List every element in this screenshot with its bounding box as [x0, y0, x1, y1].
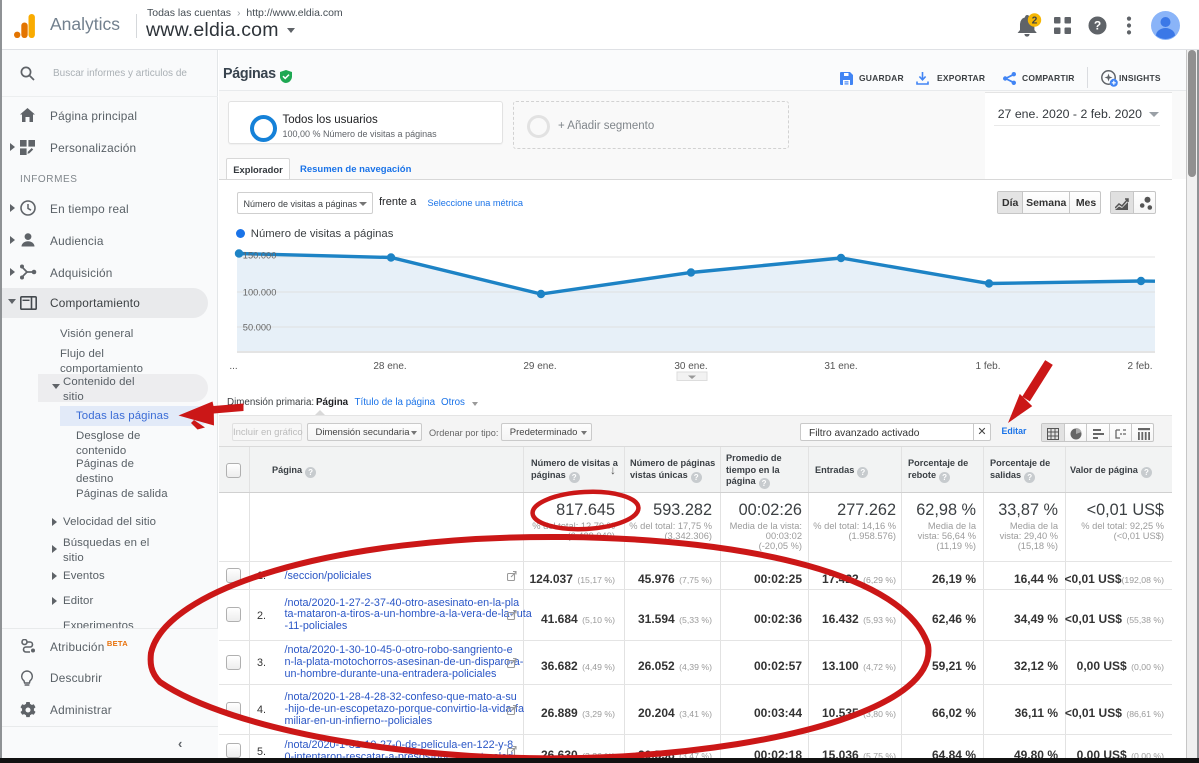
svg-text:31 ene.: 31 ene. [824, 361, 857, 372]
svg-text:28 ene.: 28 ene. [373, 361, 406, 372]
svg-text:?: ? [1094, 19, 1101, 33]
svg-text:30 ene.: 30 ene. [674, 361, 707, 372]
svg-text:150.000: 150.000 [243, 251, 277, 261]
svg-text:...: ... [229, 361, 237, 372]
svg-text:2: 2 [1032, 16, 1038, 27]
svg-text:2 feb.: 2 feb. [1127, 361, 1152, 372]
svg-text:100.000: 100.000 [243, 288, 277, 298]
svg-text:1 feb.: 1 feb. [975, 361, 1000, 372]
svg-text:50.000: 50.000 [243, 323, 271, 333]
svg-text:29 ene.: 29 ene. [523, 361, 556, 372]
